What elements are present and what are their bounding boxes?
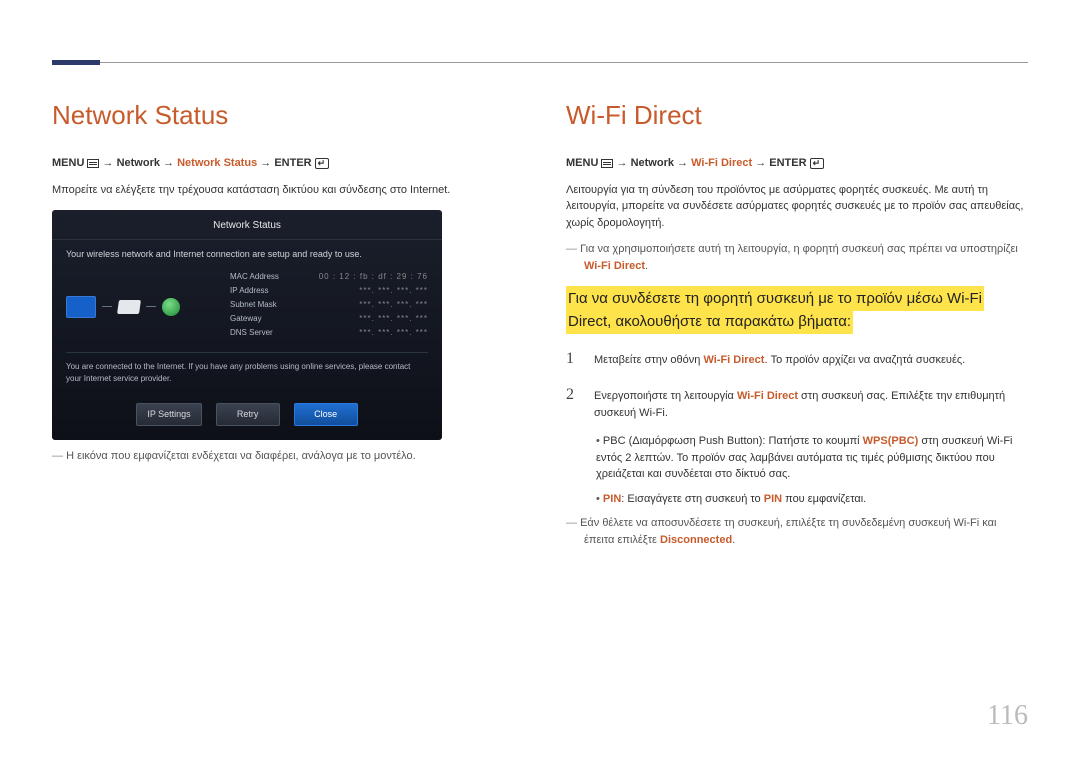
- s2-a: Ενεργοποιήστε τη λειτουργία: [594, 390, 737, 402]
- gateway-val: ***. ***. ***. ***: [359, 313, 428, 325]
- menu-icon: [87, 159, 99, 168]
- step-number: 2: [566, 383, 580, 407]
- link-icon: [102, 306, 112, 307]
- network-status-screenshot: Network Status Your wireless network and…: [52, 210, 442, 440]
- menu-item-highlight: Wi-Fi Direct: [691, 157, 752, 169]
- menu-label: MENU: [52, 157, 84, 169]
- steps-list: 1 Μεταβείτε στην οθόνη Wi-Fi Direct. Το …: [566, 347, 1028, 421]
- dns-key: DNS Server: [230, 327, 273, 339]
- shot-row: MAC Address 00 : 12 : fb : df : 29 : 76 I…: [52, 266, 442, 344]
- shot-title: Network Status: [52, 210, 442, 240]
- sub2-d: που εμφανίζεται.: [782, 493, 866, 505]
- arrow: →: [260, 157, 271, 169]
- s2-highlight: Wi-Fi Direct: [737, 390, 798, 402]
- left-body: Μπορείτε να ελέγξετε την τρέχουσα κατάστ…: [52, 182, 514, 199]
- table-row: MAC Address 00 : 12 : fb : df : 29 : 76: [230, 270, 428, 284]
- arrow: →: [103, 157, 114, 169]
- menu-network: Network: [117, 157, 160, 169]
- menu-path-wifi-direct: MENU → Network → Wi-Fi Direct → ENTER: [566, 155, 1028, 172]
- callout: Για να συνδέσετε τη φορητή συσκευή με το…: [566, 286, 984, 334]
- right-body: Λειτουργία για τη σύνδεση του προϊόντος …: [566, 182, 1028, 232]
- mac-key: MAC Address: [230, 271, 279, 283]
- menu-item-highlight: Network Status: [177, 157, 257, 169]
- menu-network: Network: [631, 157, 674, 169]
- left-column: Network Status MENU → Network → Network …: [52, 96, 514, 554]
- close-button[interactable]: Close: [294, 403, 358, 427]
- note2-c: .: [732, 534, 735, 546]
- sub1-highlight: WPS(PBC): [863, 435, 919, 447]
- sub-pin: PIN: Εισαγάγετε στη συσκευή το PIN που ε…: [566, 491, 1028, 508]
- content-columns: Network Status MENU → Network → Network …: [52, 96, 1028, 554]
- shot-msg-top: Your wireless network and Internet conne…: [52, 240, 442, 266]
- retry-button[interactable]: Retry: [216, 403, 280, 427]
- note1-suffix: .: [645, 260, 648, 272]
- tv-icon: [66, 296, 96, 318]
- arrow: →: [755, 157, 766, 169]
- menu-enter: ENTER: [769, 157, 806, 169]
- step-number: 1: [566, 347, 580, 371]
- table-row: Subnet Mask ***. ***. ***. ***: [230, 298, 428, 312]
- menu-path-network-status: MENU → Network → Network Status → ENTER: [52, 155, 514, 172]
- arrow: →: [163, 157, 174, 169]
- dns-val: ***. ***. ***. ***: [359, 327, 428, 339]
- heading-wifi-direct: Wi-Fi Direct: [566, 96, 1028, 135]
- right-note2: Εάν θέλετε να αποσυνδέσετε τη συσκευή, ε…: [566, 515, 1028, 548]
- arrow: →: [677, 157, 688, 169]
- table-row: DNS Server ***. ***. ***. ***: [230, 326, 428, 340]
- s1-b: . Το προϊόν αρχίζει να αναζητά συσκευές.: [764, 354, 965, 366]
- subnet-key: Subnet Mask: [230, 299, 277, 311]
- menu-icon: [601, 159, 613, 168]
- right-column: Wi-Fi Direct MENU → Network → Wi-Fi Dire…: [566, 96, 1028, 554]
- s1-highlight: Wi-Fi Direct: [703, 354, 764, 366]
- shot-table: MAC Address 00 : 12 : fb : df : 29 : 76 I…: [230, 270, 428, 340]
- shot-buttons: IP Settings Retry Close: [52, 393, 442, 439]
- note1-highlight: Wi-Fi Direct: [584, 260, 645, 272]
- ip-val: ***. ***. ***. ***: [359, 285, 428, 297]
- gateway-key: Gateway: [230, 313, 262, 325]
- router-icon: [117, 300, 141, 314]
- sub2-pin1: PIN: [603, 493, 621, 505]
- page-number: 116: [987, 695, 1028, 737]
- left-footnote: Η εικόνα που εμφανίζεται ενδέχεται να δι…: [52, 448, 514, 465]
- note1-text: Για να χρησιμοποιήσετε αυτή τη λειτουργί…: [580, 243, 1018, 255]
- shot-msg-bottom: You are connected to the Internet. If yo…: [52, 353, 442, 393]
- callout-wrap: Για να συνδέσετε τη φορητή συσκευή με το…: [566, 288, 1028, 333]
- note2-highlight: Disconnected: [660, 534, 732, 546]
- top-rule: [52, 62, 1028, 63]
- ip-settings-button[interactable]: IP Settings: [136, 403, 201, 427]
- sub-pbc: PBC (Διαμόρφωση Push Button): Πατήστε το…: [566, 433, 1028, 483]
- link-icon: [146, 306, 156, 307]
- table-row: IP Address ***. ***. ***. ***: [230, 284, 428, 298]
- shot-icons: [66, 270, 216, 340]
- menu-label: MENU: [566, 157, 598, 169]
- arrow: →: [617, 157, 628, 169]
- enter-icon: [315, 158, 329, 169]
- sub2-pin2: PIN: [764, 493, 782, 505]
- subnet-val: ***. ***. ***. ***: [359, 299, 428, 311]
- mac-val: 00 : 12 : fb : df : 29 : 76: [319, 271, 428, 283]
- enter-icon: [810, 158, 824, 169]
- top-accent: [52, 60, 100, 65]
- sub1-a: PBC (Διαμόρφωση Push Button): Πατήστε το…: [603, 435, 863, 447]
- right-note1: Για να χρησιμοποιήσετε αυτή τη λειτουργί…: [566, 241, 1028, 274]
- step-2-text: Ενεργοποιήστε τη λειτουργία Wi-Fi Direct…: [594, 388, 1028, 421]
- globe-icon: [162, 298, 180, 316]
- step-1: 1 Μεταβείτε στην οθόνη Wi-Fi Direct. Το …: [566, 347, 1028, 371]
- step-2: 2 Ενεργοποιήστε τη λειτουργία Wi-Fi Dire…: [566, 383, 1028, 421]
- ip-key: IP Address: [230, 285, 269, 297]
- sub2-b: : Εισαγάγετε στη συσκευή το: [621, 493, 763, 505]
- heading-network-status: Network Status: [52, 96, 514, 135]
- table-row: Gateway ***. ***. ***. ***: [230, 312, 428, 326]
- menu-enter: ENTER: [274, 157, 311, 169]
- s1-a: Μεταβείτε στην οθόνη: [594, 354, 703, 366]
- note2-a: Εάν θέλετε να αποσυνδέσετε τη συσκευή, ε…: [580, 517, 996, 546]
- step-1-text: Μεταβείτε στην οθόνη Wi-Fi Direct. Το πρ…: [594, 352, 965, 369]
